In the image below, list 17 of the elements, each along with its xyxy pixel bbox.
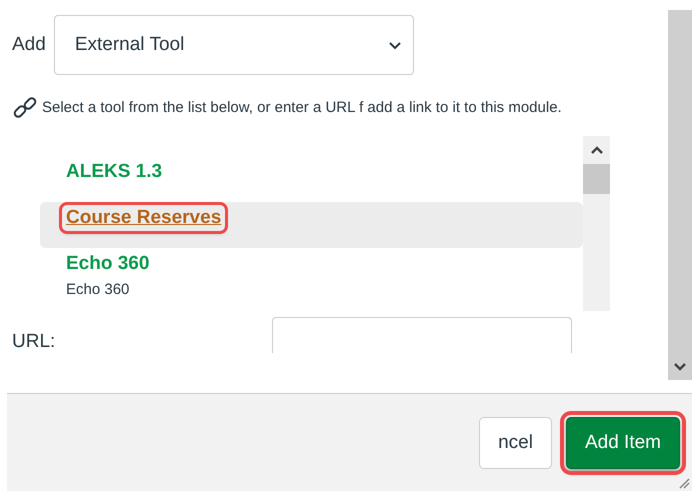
- tool-name: ALEKS 1.3: [65, 160, 164, 184]
- page-scrollbar[interactable]: [668, 10, 692, 380]
- tool-name: Course Reserves: [62, 205, 226, 231]
- link-icon: [12, 95, 38, 121]
- scrollbar-thumb[interactable]: [583, 164, 610, 194]
- list-scrollbar[interactable]: [583, 136, 610, 311]
- instructions-text: Select a tool from the list below, or enter a URL f add a link to it to this module.: [42, 98, 562, 118]
- add-label: Add: [12, 34, 46, 56]
- url-field[interactable]: [272, 317, 572, 353]
- tool-list-row[interactable]: Echo 360 Echo 360: [40, 248, 583, 305]
- tool-description: Echo 360: [65, 280, 130, 300]
- tool-list-row[interactable]: Course Reserves: [40, 202, 583, 248]
- url-label: URL:: [12, 331, 56, 353]
- item-type-select[interactable]: External Tool: [54, 15, 414, 75]
- tool-list-row[interactable]: ALEKS 1.3: [40, 156, 583, 202]
- cancel-button[interactable]: ncel: [479, 416, 552, 468]
- tool-name: Echo 360: [65, 252, 150, 276]
